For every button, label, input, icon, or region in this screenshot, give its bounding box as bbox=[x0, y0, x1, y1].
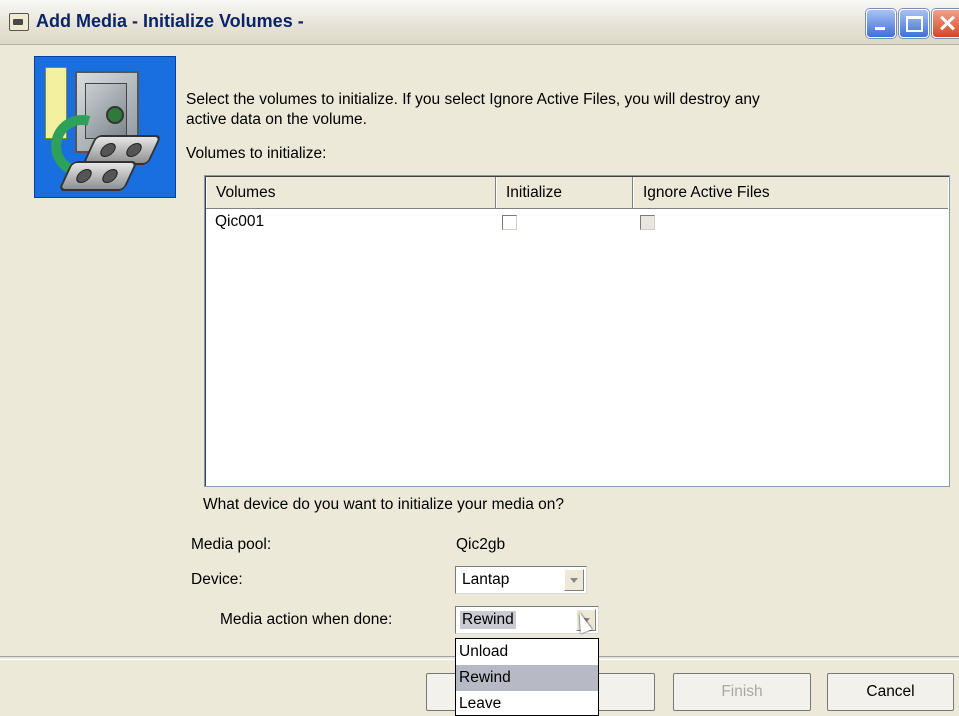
minimize-button[interactable] bbox=[866, 9, 896, 38]
table-header: Volumes Initialize Ignore Active Files bbox=[206, 177, 948, 209]
tape-reel bbox=[99, 169, 121, 183]
media-action-label: Media action when done: bbox=[220, 611, 393, 628]
volumes-table: Volumes Initialize Ignore Active Files Q… bbox=[204, 175, 950, 487]
tape-reel bbox=[97, 143, 119, 157]
column-header-volumes[interactable]: Volumes bbox=[206, 177, 496, 208]
dropdown-option-leave[interactable]: Leave bbox=[456, 691, 598, 716]
dropdown-option-unload[interactable]: Unload bbox=[456, 639, 598, 665]
column-header-initialize[interactable]: Initialize bbox=[496, 177, 633, 208]
volume-name: Qic001 bbox=[215, 213, 265, 230]
ignore-active-files-checkbox bbox=[640, 215, 655, 230]
finish-button: Finish bbox=[673, 673, 811, 711]
media-action-select-value: Rewind bbox=[460, 611, 516, 629]
initialize-checkbox[interactable] bbox=[502, 215, 517, 230]
tape-cartridge-icon bbox=[58, 161, 138, 191]
media-action-dropdown-list: Unload Rewind Leave bbox=[455, 638, 599, 716]
wizard-illustration bbox=[34, 56, 176, 198]
close-button[interactable] bbox=[932, 9, 959, 38]
column-header-ignore-active-files[interactable]: Ignore Active Files bbox=[633, 177, 949, 208]
device-label: Device: bbox=[191, 571, 243, 588]
maximize-button[interactable] bbox=[899, 9, 929, 38]
media-pool-value: Qic2gb bbox=[456, 536, 506, 553]
tape-reel bbox=[123, 143, 145, 157]
table-row[interactable]: Qic001 bbox=[206, 210, 948, 236]
device-select-value: Lantap bbox=[462, 571, 510, 588]
window-title: Add Media - Initialize Volumes - bbox=[36, 11, 304, 31]
dropdown-option-rewind[interactable]: Rewind bbox=[456, 665, 598, 691]
device-question: What device do you want to initialize yo… bbox=[203, 496, 565, 513]
add-media-window: Add Media - Initialize Volumes - Select … bbox=[0, 0, 959, 716]
volumes-label: Volumes to initialize: bbox=[186, 145, 327, 162]
chevron-down-icon[interactable] bbox=[564, 569, 584, 591]
instructions-line-2: active data on the volume. bbox=[186, 111, 367, 128]
media-pool-label: Media pool: bbox=[191, 536, 272, 553]
title-bar[interactable]: Add Media - Initialize Volumes - bbox=[0, 0, 959, 45]
instructions-line-1: Select the volumes to initialize. If you… bbox=[186, 91, 760, 108]
tape-reel bbox=[73, 169, 95, 183]
device-select[interactable]: Lantap bbox=[455, 566, 587, 594]
instructions-text: Select the volumes to initialize. If you… bbox=[186, 90, 926, 130]
safe-dial-icon bbox=[106, 106, 124, 124]
cancel-button[interactable]: Cancel bbox=[827, 673, 954, 711]
app-icon bbox=[9, 13, 29, 31]
